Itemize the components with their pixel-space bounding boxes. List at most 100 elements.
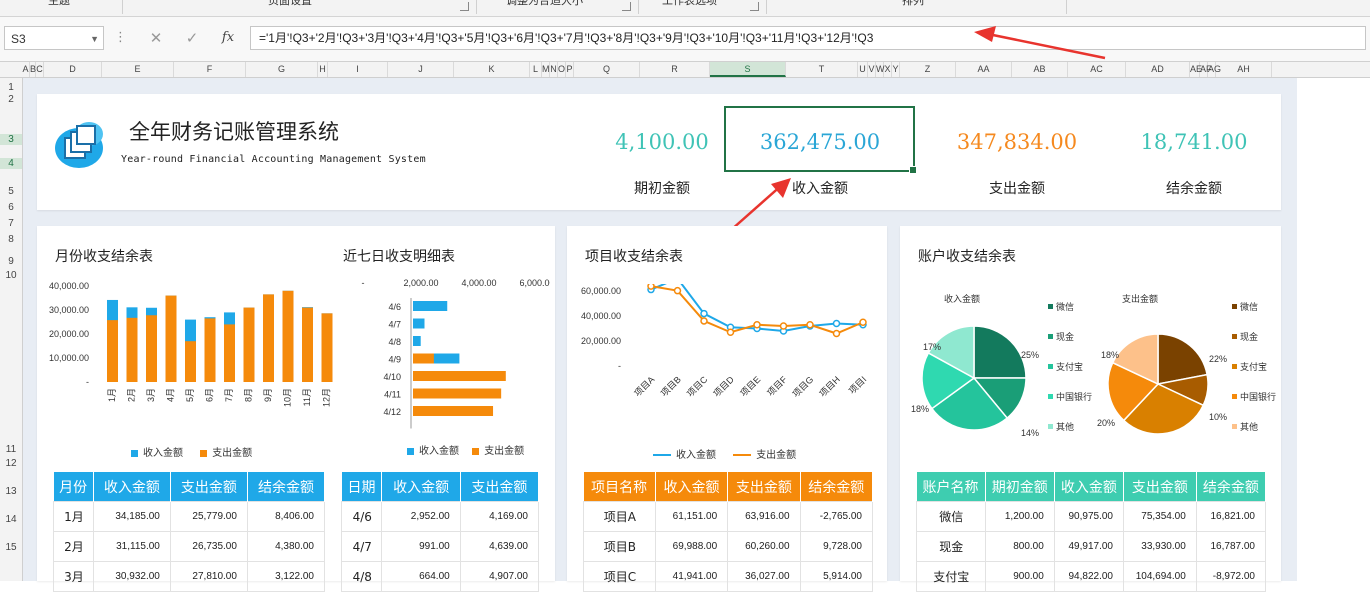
row-header-3[interactable]: 3 <box>0 134 22 145</box>
bar-expense[interactable] <box>146 315 157 382</box>
column-header-m[interactable]: M <box>542 62 550 77</box>
table-cell[interactable]: 4,907.00 <box>459 561 540 592</box>
row-header-7[interactable]: 7 <box>0 218 22 229</box>
table-cell[interactable]: 49,917.00 <box>1053 531 1124 562</box>
row-header-10[interactable]: 10 <box>0 270 22 281</box>
bar-expense[interactable] <box>126 317 138 382</box>
table-cell[interactable]: 90,975.00 <box>1053 501 1124 532</box>
table-row[interactable]: 3月 30,932.00 27,810.00 3,122.00 <box>53 561 326 592</box>
worksheet[interactable]: 全年财务记账管理系统 Year-round Financial Accounti… <box>23 78 1370 592</box>
table-cell[interactable]: 69,988.00 <box>654 531 729 562</box>
table-row[interactable]: 4/8 664.00 4,907.00 <box>340 561 540 592</box>
table-cell[interactable]: 16,821.00 <box>1195 501 1267 532</box>
table-cell[interactable]: 16,787.00 <box>1195 531 1267 562</box>
column-header-h[interactable]: H <box>318 62 328 77</box>
table-cell[interactable]: 94,822.00 <box>1053 561 1124 592</box>
table-row[interactable]: 2月 31,115.00 26,735.00 4,380.00 <box>53 531 326 562</box>
row-header-14[interactable]: 14 <box>0 514 22 525</box>
table-cell[interactable]: 4,380.00 <box>246 531 326 562</box>
data-point[interactable] <box>806 321 814 329</box>
table-row[interactable]: 微信 1,200.00 90,975.00 75,354.00 16,821.00 <box>916 501 1267 532</box>
row-header-1[interactable]: 1 <box>0 82 22 93</box>
ribbon-group-sheet-options[interactable]: 工作表选项 <box>662 0 717 12</box>
data-point[interactable] <box>700 309 708 318</box>
table-cell[interactable]: 664.00 <box>381 561 461 592</box>
table-cell[interactable]: 63,916.00 <box>727 501 801 532</box>
monthly-bar-chart[interactable]: - 10,000.00 20,000.00 30,000.00 40,000.00 1月 2… <box>37 276 337 436</box>
kpi-income-value[interactable]: 362,475.00 <box>725 130 915 154</box>
row-header-2[interactable]: 2 <box>0 94 22 105</box>
sheet-options-launcher-icon[interactable] <box>750 2 759 11</box>
row-header-6[interactable]: 6 <box>0 202 22 213</box>
table-cell[interactable]: 现金 <box>916 531 986 562</box>
data-point[interactable] <box>832 319 841 328</box>
table-cell[interactable]: 8,406.00 <box>246 501 326 532</box>
column-header-aa[interactable]: AA <box>956 62 1012 77</box>
table-cell[interactable]: 41,941.00 <box>654 561 729 592</box>
table-cell[interactable]: 项目C <box>583 561 656 592</box>
ribbon-group-theme[interactable]: 主题 <box>48 0 70 12</box>
ribbon-group-scale-to-fit[interactable]: 调整为合适大小 <box>506 0 583 12</box>
column-header-z[interactable]: Z <box>900 62 956 77</box>
name-box[interactable]: S3 ▼ <box>4 26 104 50</box>
column-header-v[interactable]: V <box>868 62 876 77</box>
row-header-5[interactable]: 5 <box>0 186 22 197</box>
column-header-f[interactable]: F <box>174 62 246 77</box>
bar-expense[interactable] <box>302 307 313 382</box>
bar-expense[interactable] <box>185 341 196 382</box>
row-header-4[interactable]: 4 <box>0 158 22 169</box>
data-point[interactable] <box>673 286 682 295</box>
bar-expense[interactable] <box>165 295 177 382</box>
data-point[interactable] <box>779 322 788 330</box>
table-cell[interactable]: 4,639.00 <box>459 531 540 562</box>
table-cell[interactable]: 1月 <box>53 501 94 532</box>
column-header-w[interactable]: W <box>876 62 885 77</box>
page-setup-launcher-icon[interactable] <box>460 2 469 11</box>
table-cell[interactable]: 33,930.00 <box>1122 531 1197 562</box>
table-cell[interactable]: 2月 <box>53 531 94 562</box>
row-header-12[interactable]: 12 <box>0 458 22 469</box>
bar-expense[interactable] <box>204 318 216 382</box>
column-header-g[interactable]: G <box>246 62 318 77</box>
column-header-l[interactable]: L <box>530 62 542 77</box>
column-header-e[interactable]: E <box>102 62 174 77</box>
table-row[interactable]: 项目A 61,151.00 63,916.00 -2,765.00 <box>583 501 874 532</box>
row-header-15[interactable]: 15 <box>0 542 22 553</box>
table-cell[interactable]: 3,122.00 <box>246 561 326 592</box>
column-header-n[interactable]: N <box>550 62 558 77</box>
bar-expense[interactable] <box>413 371 506 381</box>
ribbon-group-page-setup[interactable]: 页面设置 <box>268 0 312 12</box>
weekly-bar-chart[interactable]: - 2,000.00 4,000.00 6,000.00 4/6 4/7 4/8 4/9 4/1… <box>335 276 550 446</box>
table-row[interactable]: 现金 800.00 49,917.00 33,930.00 16,787.00 <box>916 531 1267 562</box>
bar-expense[interactable] <box>413 406 494 416</box>
column-header-p[interactable]: P <box>566 62 574 77</box>
column-header-q[interactable]: Q <box>574 62 640 77</box>
table-row[interactable]: 项目B 69,988.00 60,260.00 9,728.00 <box>583 531 874 562</box>
table-cell[interactable]: 27,810.00 <box>169 561 248 592</box>
column-header-y[interactable]: Y <box>892 62 900 77</box>
column-header-j[interactable]: J <box>388 62 454 77</box>
chevron-down-icon[interactable]: ▼ <box>90 27 99 51</box>
column-header-d[interactable]: D <box>44 62 102 77</box>
account-pie-charts[interactable]: 收入金额25%14%26%18%17%微信现金支付宝中国银行其他支出金额22%1… <box>900 278 1281 458</box>
table-cell[interactable]: 4/8 <box>340 561 383 592</box>
table-cell[interactable]: 991.00 <box>381 531 461 562</box>
bar-expense[interactable] <box>413 353 434 364</box>
table-cell[interactable]: 25,779.00 <box>169 501 248 532</box>
column-header-u[interactable]: U <box>858 62 868 77</box>
scale-to-fit-launcher-icon[interactable] <box>622 2 631 11</box>
column-header-i[interactable]: I <box>328 62 388 77</box>
table-cell[interactable]: 61,151.00 <box>654 501 729 532</box>
fill-handle[interactable] <box>909 166 917 174</box>
data-point[interactable] <box>700 317 708 325</box>
table-cell[interactable]: 5,914.00 <box>799 561 874 592</box>
bar-expense[interactable] <box>282 290 294 382</box>
table-cell[interactable]: -2,765.00 <box>799 501 874 532</box>
bar-expense[interactable] <box>224 324 235 382</box>
table-cell[interactable]: 26,735.00 <box>169 531 248 562</box>
table-cell[interactable]: 3月 <box>53 561 94 592</box>
formula-input[interactable]: ='1月'!Q3+'2月'!Q3+'3月'!Q3+'4月'!Q3+'5月'!Q3… <box>250 26 1366 50</box>
data-point[interactable] <box>832 329 841 338</box>
table-row[interactable]: 1月 34,185.00 25,779.00 8,406.00 <box>53 501 326 532</box>
project-line-chart[interactable]: -20,000.0040,000.0060,000.0080,000.00项目A… <box>567 284 877 444</box>
